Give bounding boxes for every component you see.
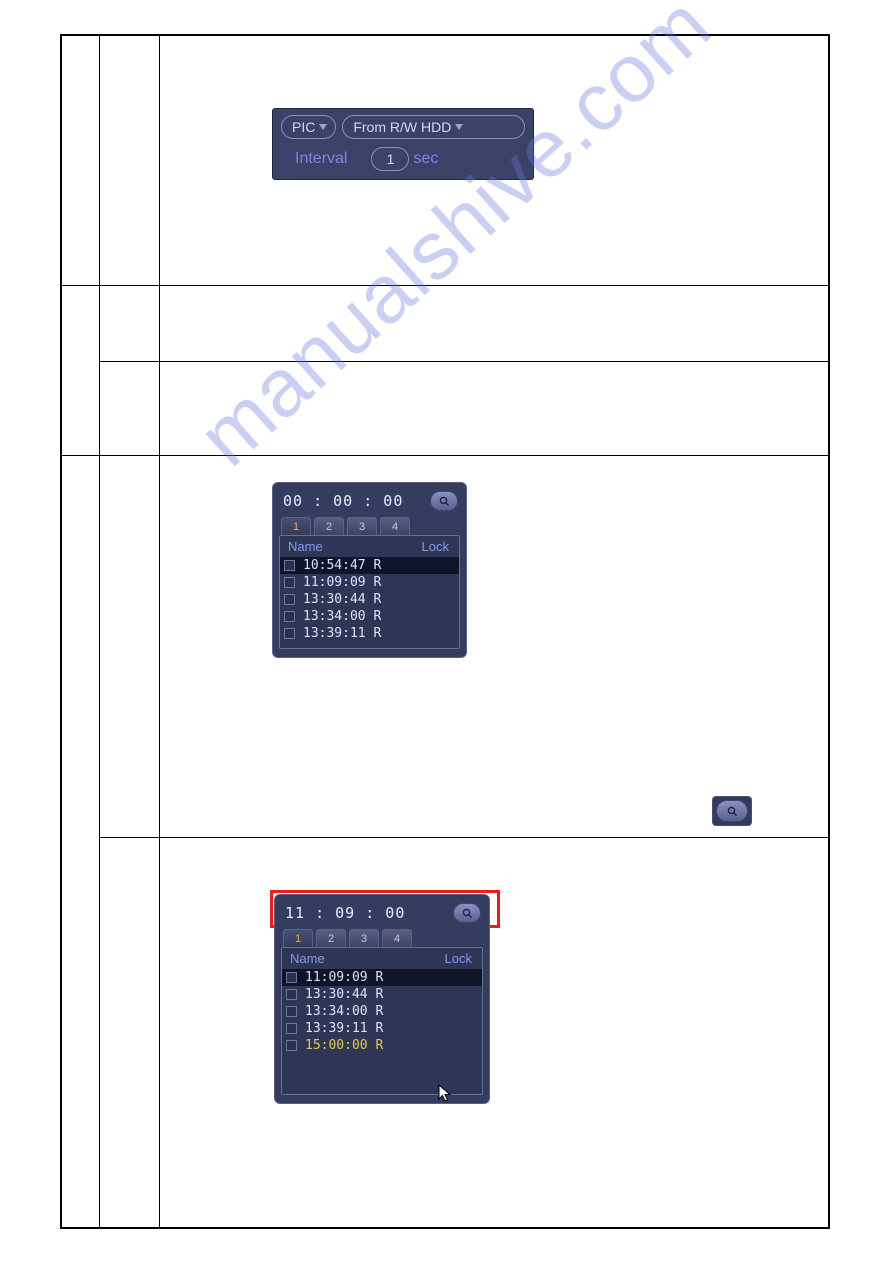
inline-search-icon-box xyxy=(712,796,752,826)
checkbox[interactable] xyxy=(284,560,295,571)
list-item[interactable]: 11:09:09 R xyxy=(282,969,482,986)
list-item[interactable]: 13:30:44 R xyxy=(282,986,482,1003)
channel-tabs: 1234 xyxy=(277,513,462,535)
checkbox[interactable] xyxy=(286,1023,297,1034)
search-panel-1: 00 : 00 : 00 1234 Name xyxy=(272,482,467,658)
cell-r3c2 xyxy=(100,362,160,456)
search-button[interactable] xyxy=(453,903,481,923)
list-item-label: 15:00:00 R xyxy=(305,1038,383,1053)
list-item-label: 13:39:11 R xyxy=(305,1021,383,1036)
col-lock-header: Lock xyxy=(445,951,472,966)
chevron-down-icon xyxy=(455,124,463,130)
list-item-label: 13:34:00 R xyxy=(305,1004,383,1019)
list-item[interactable]: 11:09:09 R xyxy=(280,574,459,591)
pic-dropdown-label: PIC xyxy=(292,119,315,135)
checkbox[interactable] xyxy=(286,972,297,983)
list-item[interactable]: 13:39:11 R xyxy=(282,1020,482,1037)
list-item-label: 10:54:47 R xyxy=(303,558,381,573)
list-item[interactable]: 15:00:00 R xyxy=(282,1037,482,1054)
checkbox[interactable] xyxy=(284,577,295,588)
pic-interval-panel: PIC From R/W HDD Interval 1 sec xyxy=(272,108,534,180)
list-item-label: 13:34:00 R xyxy=(303,609,381,624)
file-list: Name Lock 11:09:09 R 13:30:44 R 13:34:00 R… xyxy=(281,947,483,1095)
checkbox[interactable] xyxy=(284,594,295,605)
channel-tab-1[interactable]: 1 xyxy=(283,929,313,947)
time-input[interactable]: 00 : 00 : 00 xyxy=(283,492,403,510)
search-button[interactable] xyxy=(716,800,748,822)
list-item[interactable]: 13:30:44 R xyxy=(280,591,459,608)
col-name-header: Name xyxy=(290,951,325,966)
time-input[interactable]: 11 : 09 : 00 xyxy=(285,904,405,922)
channel-tab-4[interactable]: 4 xyxy=(380,517,410,535)
channel-tab-2[interactable]: 2 xyxy=(314,517,344,535)
checkbox[interactable] xyxy=(284,611,295,622)
source-dropdown-label: From R/W HDD xyxy=(353,119,451,135)
cell-r2c2 xyxy=(100,286,160,362)
search-button[interactable] xyxy=(430,491,458,511)
list-item-label: 13:39:11 R xyxy=(303,626,381,641)
cell-r2c3 xyxy=(160,286,829,362)
chevron-down-icon xyxy=(319,124,327,130)
cell-r1c1 xyxy=(62,36,100,286)
search-icon xyxy=(462,908,473,919)
checkbox[interactable] xyxy=(286,1040,297,1051)
checkbox[interactable] xyxy=(286,989,297,1000)
cell-r4c1 xyxy=(62,456,100,1228)
cell-r5c3: 11 : 09 : 00 1234 Name xyxy=(160,838,829,1228)
search-icon xyxy=(439,496,450,507)
channel-tab-4[interactable]: 4 xyxy=(382,929,412,947)
source-dropdown[interactable]: From R/W HDD xyxy=(342,115,525,139)
list-item-label: 11:09:09 R xyxy=(305,970,383,985)
list-item-label: 11:09:09 R xyxy=(303,575,381,590)
list-item-label: 13:30:44 R xyxy=(303,592,381,607)
search-icon xyxy=(727,806,738,817)
list-item[interactable]: 13:34:00 R xyxy=(282,1003,482,1020)
cell-r4c2 xyxy=(100,456,160,838)
channel-tab-3[interactable]: 3 xyxy=(347,517,377,535)
checkbox[interactable] xyxy=(284,628,295,639)
col-name-header: Name xyxy=(288,539,323,554)
cell-r4c3: 00 : 00 : 00 1234 Name xyxy=(160,456,829,838)
file-list: Name Lock 10:54:47 R 11:09:09 R 13:30:44 R… xyxy=(279,535,460,649)
cell-r2c1 xyxy=(62,286,100,456)
sec-label: sec xyxy=(413,150,438,168)
channel-tab-1[interactable]: 1 xyxy=(281,517,311,535)
interval-value-field[interactable]: 1 xyxy=(371,147,409,171)
page-frame: manualshive.com PIC From R/W HDD xyxy=(60,34,830,1229)
channel-tab-3[interactable]: 3 xyxy=(349,929,379,947)
cell-r1c3: PIC From R/W HDD Interval 1 sec xyxy=(160,36,829,286)
channel-tab-2[interactable]: 2 xyxy=(316,929,346,947)
interval-label: Interval xyxy=(295,150,347,168)
search-panel-2: 11 : 09 : 00 1234 Name xyxy=(274,894,490,1104)
cell-r3c3 xyxy=(160,362,829,456)
list-item-label: 13:30:44 R xyxy=(305,987,383,1002)
list-item[interactable]: 13:34:00 R xyxy=(280,608,459,625)
list-item[interactable]: 13:39:11 R xyxy=(280,625,459,642)
cell-r1c2 xyxy=(100,36,160,286)
layout-table: PIC From R/W HDD Interval 1 sec xyxy=(61,35,829,1228)
checkbox[interactable] xyxy=(286,1006,297,1017)
list-item[interactable]: 10:54:47 R xyxy=(280,557,459,574)
pic-dropdown[interactable]: PIC xyxy=(281,115,336,139)
col-lock-header: Lock xyxy=(422,539,449,554)
cell-r5c2 xyxy=(100,838,160,1228)
channel-tabs: 1234 xyxy=(279,925,485,947)
